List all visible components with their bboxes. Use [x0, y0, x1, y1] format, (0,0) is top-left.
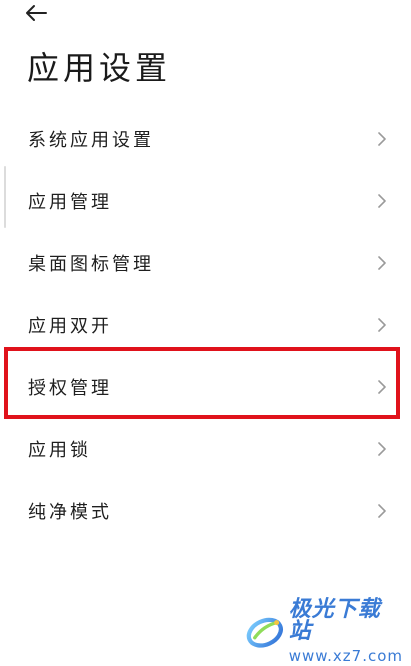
chevron-right-icon: [375, 130, 389, 148]
menu-item-desktop-icon-management[interactable]: 桌面图标管理: [0, 232, 411, 294]
menu-item-label: 系统应用设置: [28, 130, 154, 151]
menu-item-system-app-settings[interactable]: 系统应用设置: [0, 108, 411, 170]
arrow-left-icon: [26, 5, 47, 21]
watermark-text: 极光下载站 www.xz7.com: [288, 596, 403, 665]
menu-item-app-lock[interactable]: 应用锁: [0, 418, 411, 480]
chevron-right-icon: [375, 502, 389, 520]
chevron-right-icon: [375, 316, 389, 334]
watermark-url: www.xz7.com: [288, 646, 403, 665]
menu-item-label: 应用双开: [28, 316, 112, 337]
menu-item-label: 纯净模式: [28, 502, 112, 523]
chevron-right-icon: [375, 254, 389, 272]
chevron-right-icon: [375, 378, 389, 396]
menu-item-label: 应用锁: [28, 440, 91, 461]
site-watermark: 极光下载站 www.xz7.com: [243, 598, 403, 663]
menu-item-label: 桌面图标管理: [28, 254, 154, 275]
menu-item-label: 应用管理: [28, 192, 112, 213]
back-button[interactable]: [22, 0, 50, 26]
menu-item-app-clone[interactable]: 应用双开: [0, 294, 411, 356]
watermark-name: 极光下载站: [288, 596, 381, 644]
chevron-right-icon: [375, 192, 389, 210]
page-title: 应用设置: [27, 49, 172, 87]
settings-menu-list: 系统应用设置 应用管理 桌面图标管理 应用双开 授权管理 应用锁 纯净模式: [0, 108, 411, 542]
menu-item-pure-mode[interactable]: 纯净模式: [0, 480, 411, 542]
app-settings-page: 应用设置 系统应用设置 应用管理 桌面图标管理 应用双开 授权管理 应用锁 纯净…: [0, 0, 411, 666]
menu-item-permission-management[interactable]: 授权管理: [0, 356, 411, 418]
chevron-right-icon: [375, 440, 389, 458]
aurora-logo-icon: [246, 617, 283, 648]
menu-item-app-management[interactable]: 应用管理: [0, 170, 411, 232]
menu-item-label: 授权管理: [28, 378, 112, 399]
